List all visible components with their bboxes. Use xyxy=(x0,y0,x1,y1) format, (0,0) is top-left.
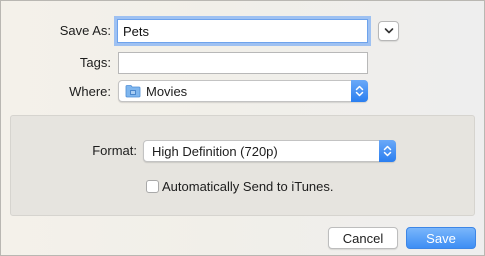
popup-arrows xyxy=(351,80,368,102)
options-panel xyxy=(10,115,475,216)
itunes-checkbox[interactable] xyxy=(146,180,159,193)
up-down-arrows-icon xyxy=(383,145,392,157)
save-as-field[interactable] xyxy=(117,19,368,43)
folder-icon xyxy=(125,85,141,98)
save-button[interactable]: Save xyxy=(406,227,476,249)
save-as-label: Save As: xyxy=(59,23,111,38)
format-value: High Definition (720p) xyxy=(152,143,278,159)
up-down-arrows-icon xyxy=(355,85,364,97)
where-popup[interactable]: Movies xyxy=(118,80,368,102)
tags-label: Tags: xyxy=(79,55,111,70)
where-value: Movies xyxy=(146,84,188,99)
format-label: Format: xyxy=(92,143,137,158)
tags-field[interactable] xyxy=(118,52,368,74)
itunes-label: Automatically Send to iTunes. xyxy=(162,179,334,194)
where-label: Where: xyxy=(69,84,111,99)
chevron-down-icon xyxy=(384,28,393,34)
save-dialog: Save As: Tags: Where: Movies Format: Hig… xyxy=(0,0,485,256)
popup-arrows xyxy=(379,140,396,162)
expand-button[interactable] xyxy=(378,21,399,41)
format-popup[interactable]: High Definition (720p) xyxy=(143,140,396,162)
cancel-button[interactable]: Cancel xyxy=(328,227,398,249)
